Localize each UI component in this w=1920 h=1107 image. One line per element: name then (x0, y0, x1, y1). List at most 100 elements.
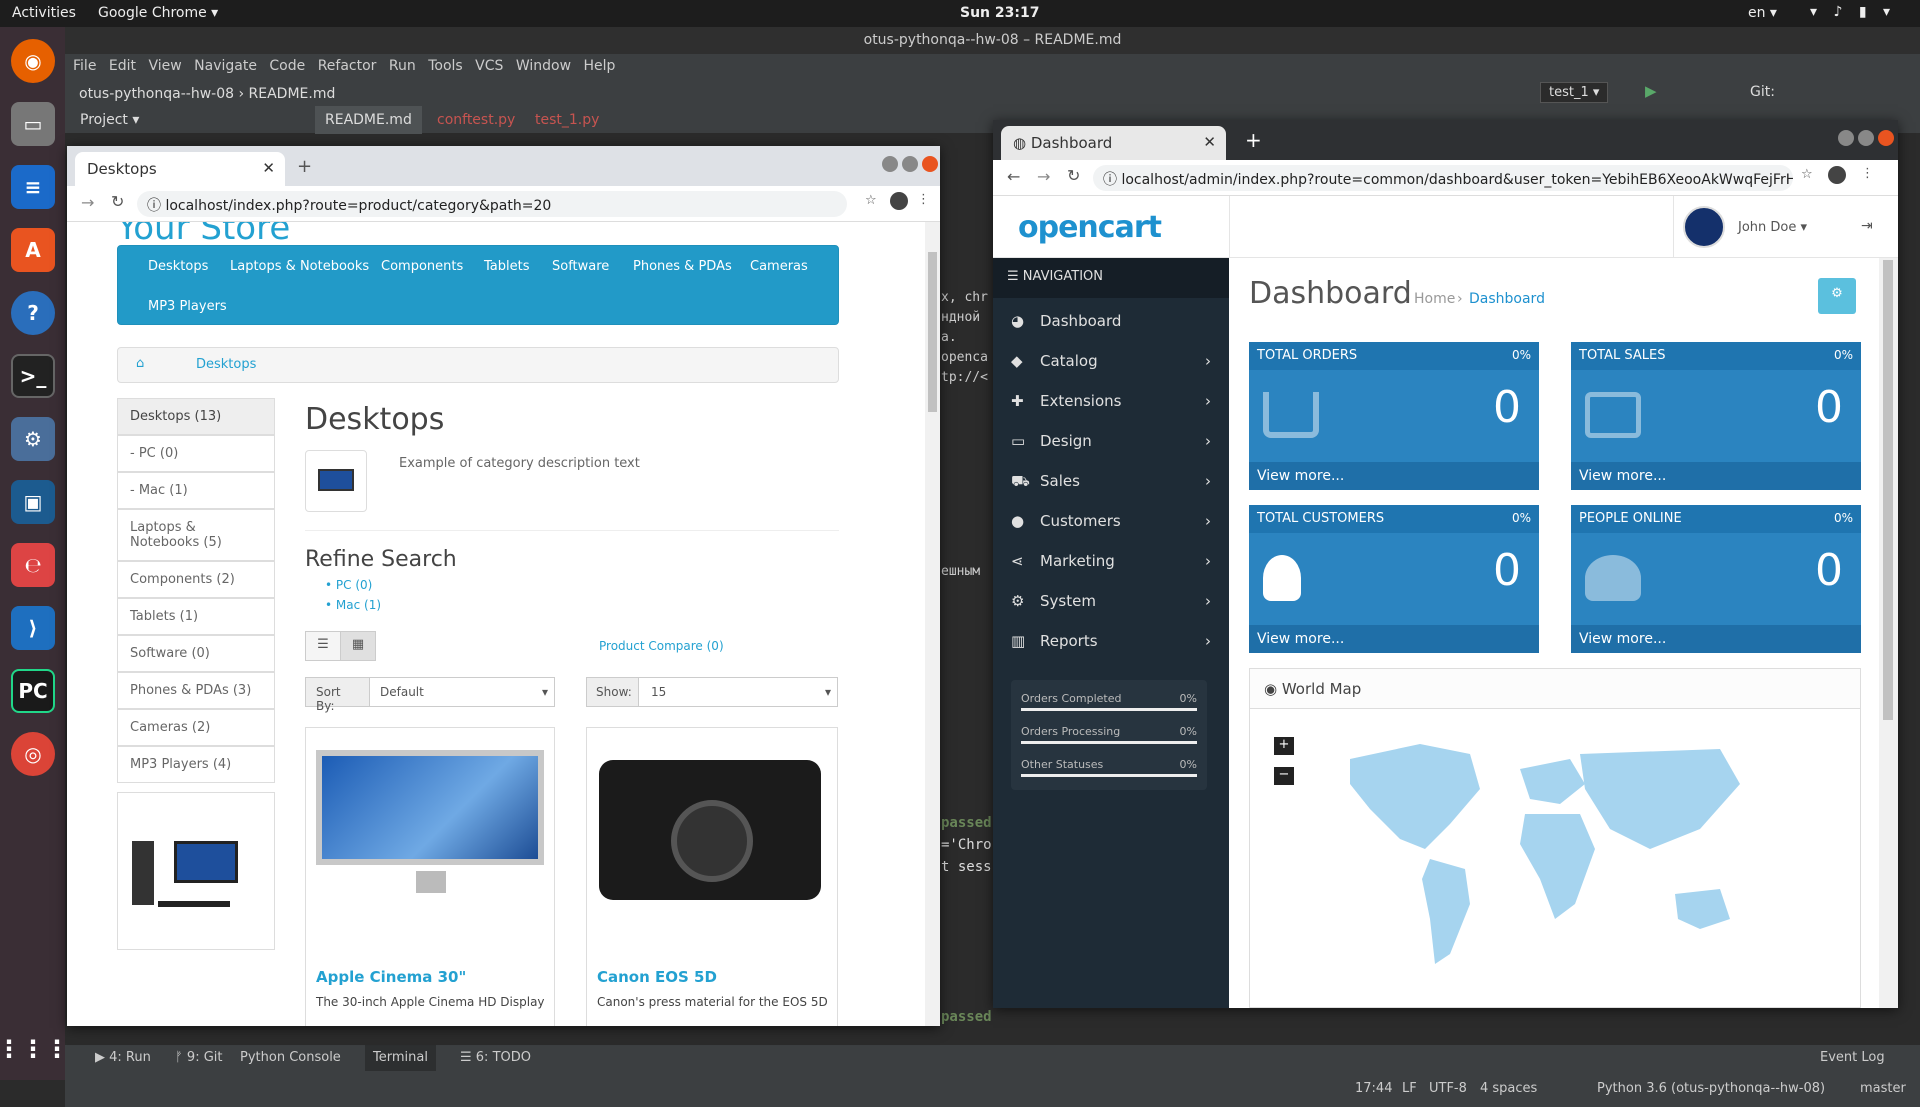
menu-item-laptops[interactable]: Laptops & Notebooks (230, 259, 369, 274)
file-encoding[interactable]: UTF-8 (1429, 1081, 1467, 1096)
view-more-link[interactable]: View more... (1249, 625, 1539, 653)
app-menu[interactable]: Google Chrome ▾ (98, 5, 218, 21)
back-icon[interactable]: ← (1007, 167, 1020, 186)
browser-tab[interactable]: ◍ Dashboard ✕ (1001, 126, 1226, 160)
project-tool-button[interactable]: Project ▾ (80, 112, 139, 128)
close-window-icon[interactable] (1878, 130, 1894, 146)
breadcrumb-home[interactable]: Home (1414, 291, 1455, 307)
menu-edit[interactable]: Edit (109, 58, 136, 74)
clock[interactable]: Sun 23:17 (960, 5, 1039, 21)
breadcrumb-project[interactable]: otus-pythonqa--hw-08 (79, 86, 234, 102)
category-cameras[interactable]: Cameras (2) (117, 709, 275, 746)
menu-item-tablets[interactable]: Tablets (484, 259, 530, 274)
refine-link-pc[interactable]: • PC (0) (325, 578, 372, 592)
avatar[interactable] (1683, 206, 1725, 248)
user-menu[interactable]: John Doe ▾ (1738, 220, 1807, 235)
scrollbar-thumb[interactable] (1883, 260, 1893, 720)
scrollbar[interactable] (925, 222, 940, 1026)
activities-button[interactable]: Activities (12, 5, 76, 21)
nav-reports[interactable]: ▥ Reports › (993, 622, 1229, 662)
menu-item-desktops[interactable]: Desktops (148, 259, 208, 274)
settings-gear-button[interactable]: ⚙ (1818, 278, 1856, 314)
url-input[interactable]: ⓘ localhost/admin/index.php?route=common… (1093, 165, 1793, 191)
breadcrumb-current[interactable]: Dashboard (1469, 291, 1545, 307)
url-input[interactable]: ⓘ localhost/index.php?route=product/cate… (137, 191, 847, 217)
scrollbar-thumb[interactable] (928, 252, 937, 412)
category-laptops[interactable]: Laptops & Notebooks (5) (117, 509, 275, 561)
line-separator[interactable]: LF (1402, 1081, 1417, 1096)
view-more-link[interactable]: View more... (1571, 625, 1861, 653)
nav-title[interactable]: ☰ NAVIGATION (993, 258, 1229, 298)
run-tool-button[interactable]: ▶ 4: Run (95, 1050, 151, 1065)
tab-conftest[interactable]: conftest.py (437, 112, 515, 128)
menu-icon[interactable]: ⋮ (917, 192, 930, 207)
maximize-icon[interactable] (1858, 130, 1874, 146)
profile-icon[interactable] (1828, 166, 1846, 184)
breadcrumb-desktops[interactable]: Desktops (196, 357, 256, 372)
category-mp3[interactable]: MP3 Players (4) (117, 746, 275, 783)
refine-link-mac[interactable]: • Mac (1) (325, 598, 381, 612)
scrollbar[interactable] (1879, 258, 1898, 1008)
nav-catalog[interactable]: ◆ Catalog › (993, 342, 1229, 382)
close-window-icon[interactable] (922, 156, 938, 172)
category-phones[interactable]: Phones & PDAs (3) (117, 672, 275, 709)
caret-position[interactable]: 17:44 (1355, 1081, 1392, 1096)
limit-select[interactable]: 15 (651, 685, 666, 699)
world-map[interactable] (1330, 729, 1770, 999)
tab-test-1[interactable]: test_1.py (535, 112, 599, 128)
settings-icon[interactable]: ⚙ (11, 417, 55, 461)
view-more-link[interactable]: View more... (1249, 462, 1539, 490)
event-log-button[interactable]: Event Log (1820, 1050, 1885, 1065)
category-components[interactable]: Components (2) (117, 561, 275, 598)
view-more-link[interactable]: View more... (1571, 462, 1861, 490)
files-icon[interactable]: ▭ (11, 102, 55, 146)
bookmark-icon[interactable]: ☆ (1801, 167, 1813, 182)
menu-icon[interactable]: ⋮ (1861, 166, 1874, 181)
git-tool-button[interactable]: ᚠ 9: Git (175, 1050, 223, 1065)
nav-customers[interactable]: ● Customers › (993, 502, 1229, 542)
menu-item-phones[interactable]: Phones & PDAs (633, 259, 732, 274)
menu-vcs[interactable]: VCS (475, 58, 503, 74)
reload-icon[interactable]: ↻ (111, 192, 124, 211)
zoom-in-button[interactable]: + (1274, 737, 1294, 755)
git-branch[interactable]: master (1860, 1081, 1906, 1096)
menu-file[interactable]: File (73, 58, 96, 74)
list-view-button[interactable]: ☰ (305, 631, 341, 661)
menu-item-cameras[interactable]: Cameras (750, 259, 808, 274)
indent-setting[interactable]: 4 spaces (1480, 1081, 1537, 1096)
menu-item-components[interactable]: Components (381, 259, 463, 274)
menu-code[interactable]: Code (269, 58, 305, 74)
firefox-icon[interactable]: ◉ (11, 39, 55, 83)
menu-tools[interactable]: Tools (428, 58, 463, 74)
reload-icon[interactable]: ↻ (1067, 166, 1080, 185)
vscode-icon[interactable]: ⟩ (11, 606, 55, 650)
minimize-icon[interactable] (882, 156, 898, 172)
nav-system[interactable]: ⚙ System › (993, 582, 1229, 622)
new-tab-icon[interactable]: + (1245, 128, 1262, 152)
nav-extensions[interactable]: ✚ Extensions › (993, 382, 1229, 422)
maximize-icon[interactable] (902, 156, 918, 172)
close-icon[interactable]: ✕ (1203, 133, 1216, 151)
menu-item-software[interactable]: Software (552, 259, 609, 274)
product-image[interactable] (316, 750, 544, 865)
category-tablets[interactable]: Tablets (1) (117, 598, 275, 635)
menu-run[interactable]: Run (389, 58, 416, 74)
browser-tab[interactable]: Desktops ✕ (75, 152, 285, 186)
python-interpreter[interactable]: Python 3.6 (otus-pythonqa--hw-08) (1597, 1081, 1825, 1096)
menu-navigate[interactable]: Navigate (194, 58, 257, 74)
category-thumbnail[interactable] (305, 450, 367, 512)
run-icon[interactable]: ▶ (1645, 82, 1657, 100)
new-tab-icon[interactable]: + (297, 156, 312, 177)
minimize-icon[interactable] (1838, 130, 1854, 146)
product-compare-link[interactable]: Product Compare (0) (599, 639, 724, 653)
system-tray-icon[interactable]: ▾ ♪ ▮ ▾ (1810, 4, 1896, 20)
home-icon[interactable]: ⌂ (136, 356, 144, 371)
show-apps-icon[interactable]: ⋮⋮⋮ (0, 1027, 69, 1071)
category-desktops[interactable]: Desktops (13) (117, 398, 275, 435)
logout-icon[interactable]: ⇥ (1861, 218, 1873, 234)
todo-tool-button[interactable]: ☰ 6: TODO (460, 1050, 531, 1065)
run-config-select[interactable]: test_1 ▾ (1540, 82, 1609, 103)
grid-view-button[interactable]: ▦ (340, 631, 376, 661)
tab-readme[interactable]: README.md (315, 106, 422, 134)
menu-view[interactable]: View (148, 58, 181, 74)
